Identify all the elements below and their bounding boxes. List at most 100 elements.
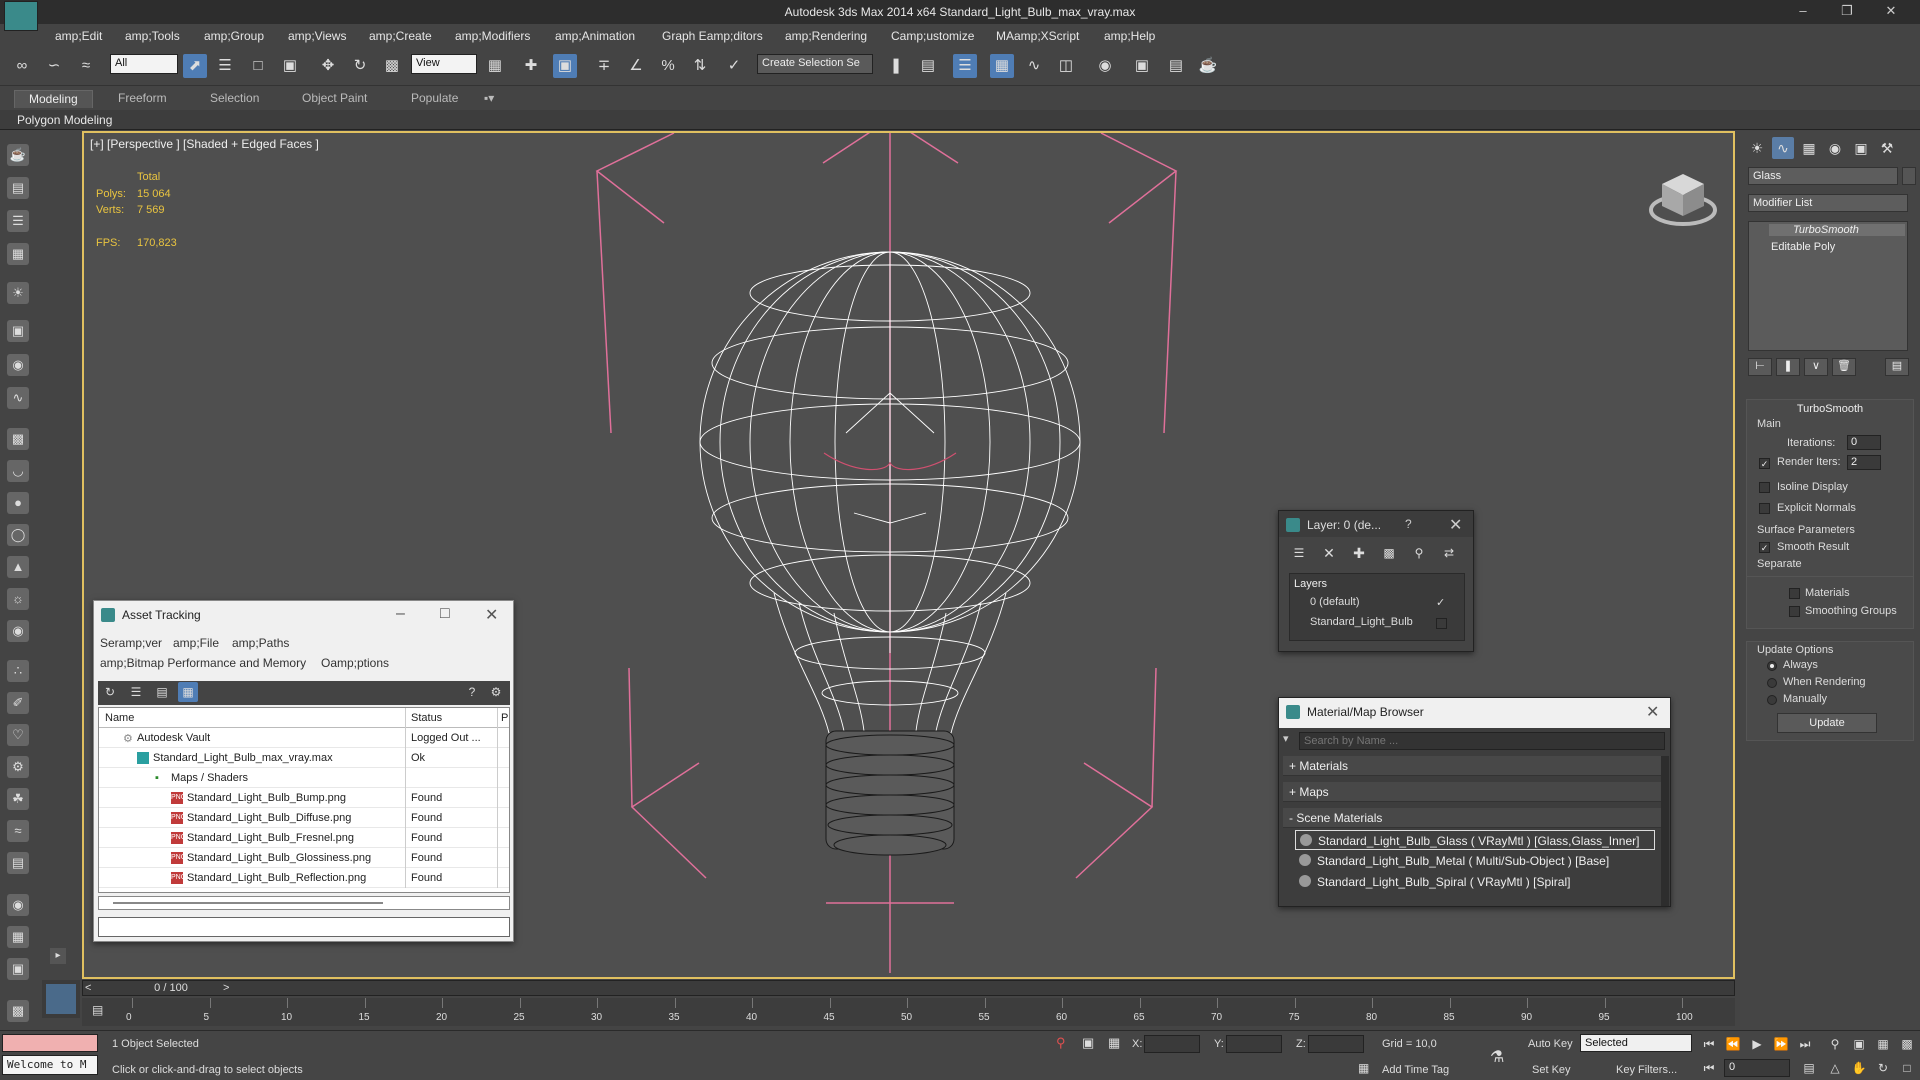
settings-icon[interactable]: ⚙: [486, 682, 506, 702]
zoom-extents-icon[interactable]: ▦: [1874, 1035, 1892, 1053]
maximize-viewport-icon[interactable]: □: [1898, 1059, 1916, 1077]
asset-tracking-titlebar[interactable]: Asset Tracking – □ ✕: [94, 601, 513, 629]
rect-selection-icon[interactable]: □: [246, 54, 270, 78]
named-selection-set-dropdown[interactable]: Create Selection Se: [757, 54, 873, 74]
close-icon[interactable]: ✕: [1876, 3, 1906, 21]
search-input[interactable]: [1299, 732, 1665, 750]
material-item[interactable]: Standard_Light_Bulb_Glass ( VRayMtl ) [G…: [1295, 830, 1655, 850]
next-frame-icon[interactable]: >: [223, 982, 229, 994]
set-current-layer-icon[interactable]: ⇄: [1439, 543, 1459, 563]
rollout-title[interactable]: TurboSmooth: [1747, 403, 1913, 415]
sphere-icon[interactable]: ●: [7, 492, 29, 514]
vertical-scrollbar[interactable]: [1661, 756, 1669, 906]
layer-explorer-icon[interactable]: ▦: [7, 243, 29, 265]
zoom-all-icon[interactable]: ▣: [1850, 1035, 1868, 1053]
layer-manager-icon[interactable]: ☰: [953, 54, 977, 78]
object-name-field[interactable]: Glass: [1748, 167, 1898, 185]
zoom-extents-all-icon[interactable]: ▩: [1898, 1035, 1916, 1053]
time-tag-icon[interactable]: ▦: [1358, 1061, 1369, 1075]
tab-populate[interactable]: Populate: [397, 90, 472, 108]
move-icon[interactable]: ✥: [316, 54, 340, 78]
bind-spacewarp-icon[interactable]: ≈: [74, 54, 98, 78]
z-coordinate-field[interactable]: [1308, 1035, 1364, 1053]
make-unique-icon[interactable]: ∨: [1804, 358, 1828, 376]
percent-snap-icon[interactable]: %: [656, 54, 680, 78]
select-object-icon[interactable]: ⬈: [183, 54, 207, 78]
group-maps[interactable]: + Maps: [1283, 782, 1663, 802]
graphite-toggle-icon[interactable]: ▦: [990, 54, 1014, 78]
scene-explorer-icon[interactable]: ☰: [7, 210, 29, 232]
plant-icon[interactable]: ☘: [7, 788, 29, 810]
disc-icon[interactable]: ◉: [7, 620, 29, 642]
table-row[interactable]: PNG Standard_Light_Bulb_Reflection.png F…: [99, 868, 509, 888]
auto-key-button[interactable]: Auto Key: [1528, 1038, 1573, 1050]
link-icon[interactable]: ∞: [10, 54, 34, 78]
motion-tab-icon[interactable]: ◉: [1824, 137, 1846, 159]
remove-modifier-icon[interactable]: 🗑: [1832, 358, 1856, 376]
layer-item-standard-light-bulb[interactable]: Standard_Light_Bulb: [1310, 616, 1413, 628]
menu-paths[interactable]: amp;Paths: [232, 636, 289, 650]
close-icon[interactable]: ✕: [1646, 702, 1659, 722]
track-bar[interactable]: 0 5 10 15 20 25 30 35 40 45 50 55 60 65 70 75 80 85 90 95 10…: [82, 998, 1735, 1026]
open-mini-curve-editor-icon[interactable]: ▤: [92, 1003, 108, 1019]
key-mode-toggle-icon[interactable]: ⏮: [1700, 1059, 1718, 1077]
go-to-end-icon[interactable]: ⏭: [1796, 1035, 1814, 1053]
menu-help[interactable]: amp;Help: [1104, 29, 1155, 43]
align-icon[interactable]: ▤: [916, 54, 940, 78]
ribbon-options-icon[interactable]: ▪▾: [480, 90, 498, 108]
horizontal-scrollbar[interactable]: [98, 896, 510, 910]
maxscript-listener[interactable]: [2, 1034, 98, 1052]
script-icon[interactable]: ▦: [7, 926, 29, 948]
help-icon[interactable]: ?: [462, 682, 482, 702]
previous-frame-icon[interactable]: ⏪: [1724, 1035, 1742, 1053]
column-name[interactable]: Name: [105, 712, 134, 724]
tree-view-icon[interactable]: ▤: [152, 682, 172, 702]
layer-item-checkbox[interactable]: [1436, 618, 1447, 629]
camera-icon[interactable]: ▣: [7, 320, 29, 342]
column-proxy[interactable]: Pr: [501, 712, 509, 724]
update-button[interactable]: Update: [1777, 713, 1877, 733]
set-key-button[interactable]: Set Key: [1532, 1064, 1571, 1076]
restore-icon[interactable]: ❐: [1832, 3, 1862, 21]
refresh-icon[interactable]: ↻: [100, 682, 120, 702]
show-end-result-icon[interactable]: ❚: [1776, 358, 1800, 376]
isolate-icon[interactable]: ⚲: [1056, 1035, 1066, 1051]
group-materials[interactable]: + Materials: [1283, 756, 1663, 776]
select-manipulate-icon[interactable]: ✚: [519, 54, 543, 78]
lock-icon[interactable]: ▣: [1082, 1035, 1094, 1051]
explicit-normals-checkbox[interactable]: [1759, 503, 1770, 514]
torus-icon[interactable]: ◯: [7, 524, 29, 546]
edit-named-selection-icon[interactable]: ✓: [722, 54, 746, 78]
schematic-view-icon[interactable]: ◫: [1054, 54, 1078, 78]
pivot-center-icon[interactable]: ▦: [483, 54, 507, 78]
table-row[interactable]: ⚙ Autodesk Vault Logged Out ...: [99, 728, 509, 748]
render-frame-icon[interactable]: ▤: [7, 177, 29, 199]
object-color-swatch[interactable]: [1902, 167, 1916, 185]
globe-icon[interactable]: ◉: [7, 894, 29, 916]
render-production-icon[interactable]: ☕: [1196, 54, 1220, 78]
configure-sets-icon[interactable]: ▤: [1885, 358, 1909, 376]
tab-freeform[interactable]: Freeform: [104, 90, 181, 108]
hemisphere-icon[interactable]: ◡: [7, 460, 29, 482]
menu-modifiers[interactable]: amp;Modifiers: [455, 29, 530, 43]
tab-object-paint[interactable]: Object Paint: [288, 90, 381, 108]
go-to-start-icon[interactable]: ⏮: [1700, 1035, 1718, 1053]
stack-item-editable-poly[interactable]: Editable Poly: [1771, 241, 1835, 253]
angle-snap-icon[interactable]: ∠: [624, 54, 648, 78]
table-row[interactable]: PNG Standard_Light_Bulb_Bump.png Found: [99, 788, 509, 808]
render-iters-spinner[interactable]: 2: [1847, 455, 1881, 470]
spacewarp-icon[interactable]: ∿: [7, 387, 29, 409]
keyboard-shortcut-override-icon[interactable]: ▣: [553, 54, 577, 78]
polygon-modeling-panel[interactable]: Polygon Modeling: [17, 113, 112, 127]
menu-animation[interactable]: amp;Animation: [555, 29, 635, 43]
snaps-toggle-icon[interactable]: ∓: [592, 54, 616, 78]
rendered-frame-icon[interactable]: ▤: [1164, 54, 1188, 78]
menu-bitmap-performance[interactable]: amp;Bitmap Performance and Memory: [100, 656, 306, 670]
curve-editor-icon[interactable]: ∿: [1022, 54, 1046, 78]
manually-radio[interactable]: [1767, 695, 1777, 705]
minimize-icon[interactable]: –: [396, 605, 405, 623]
material-editor-icon[interactable]: ◉: [1093, 54, 1117, 78]
mini-listener[interactable]: [42, 980, 80, 1018]
box-icon[interactable]: ▩: [7, 428, 29, 450]
pin-stack-icon[interactable]: ⊢: [1748, 358, 1772, 376]
